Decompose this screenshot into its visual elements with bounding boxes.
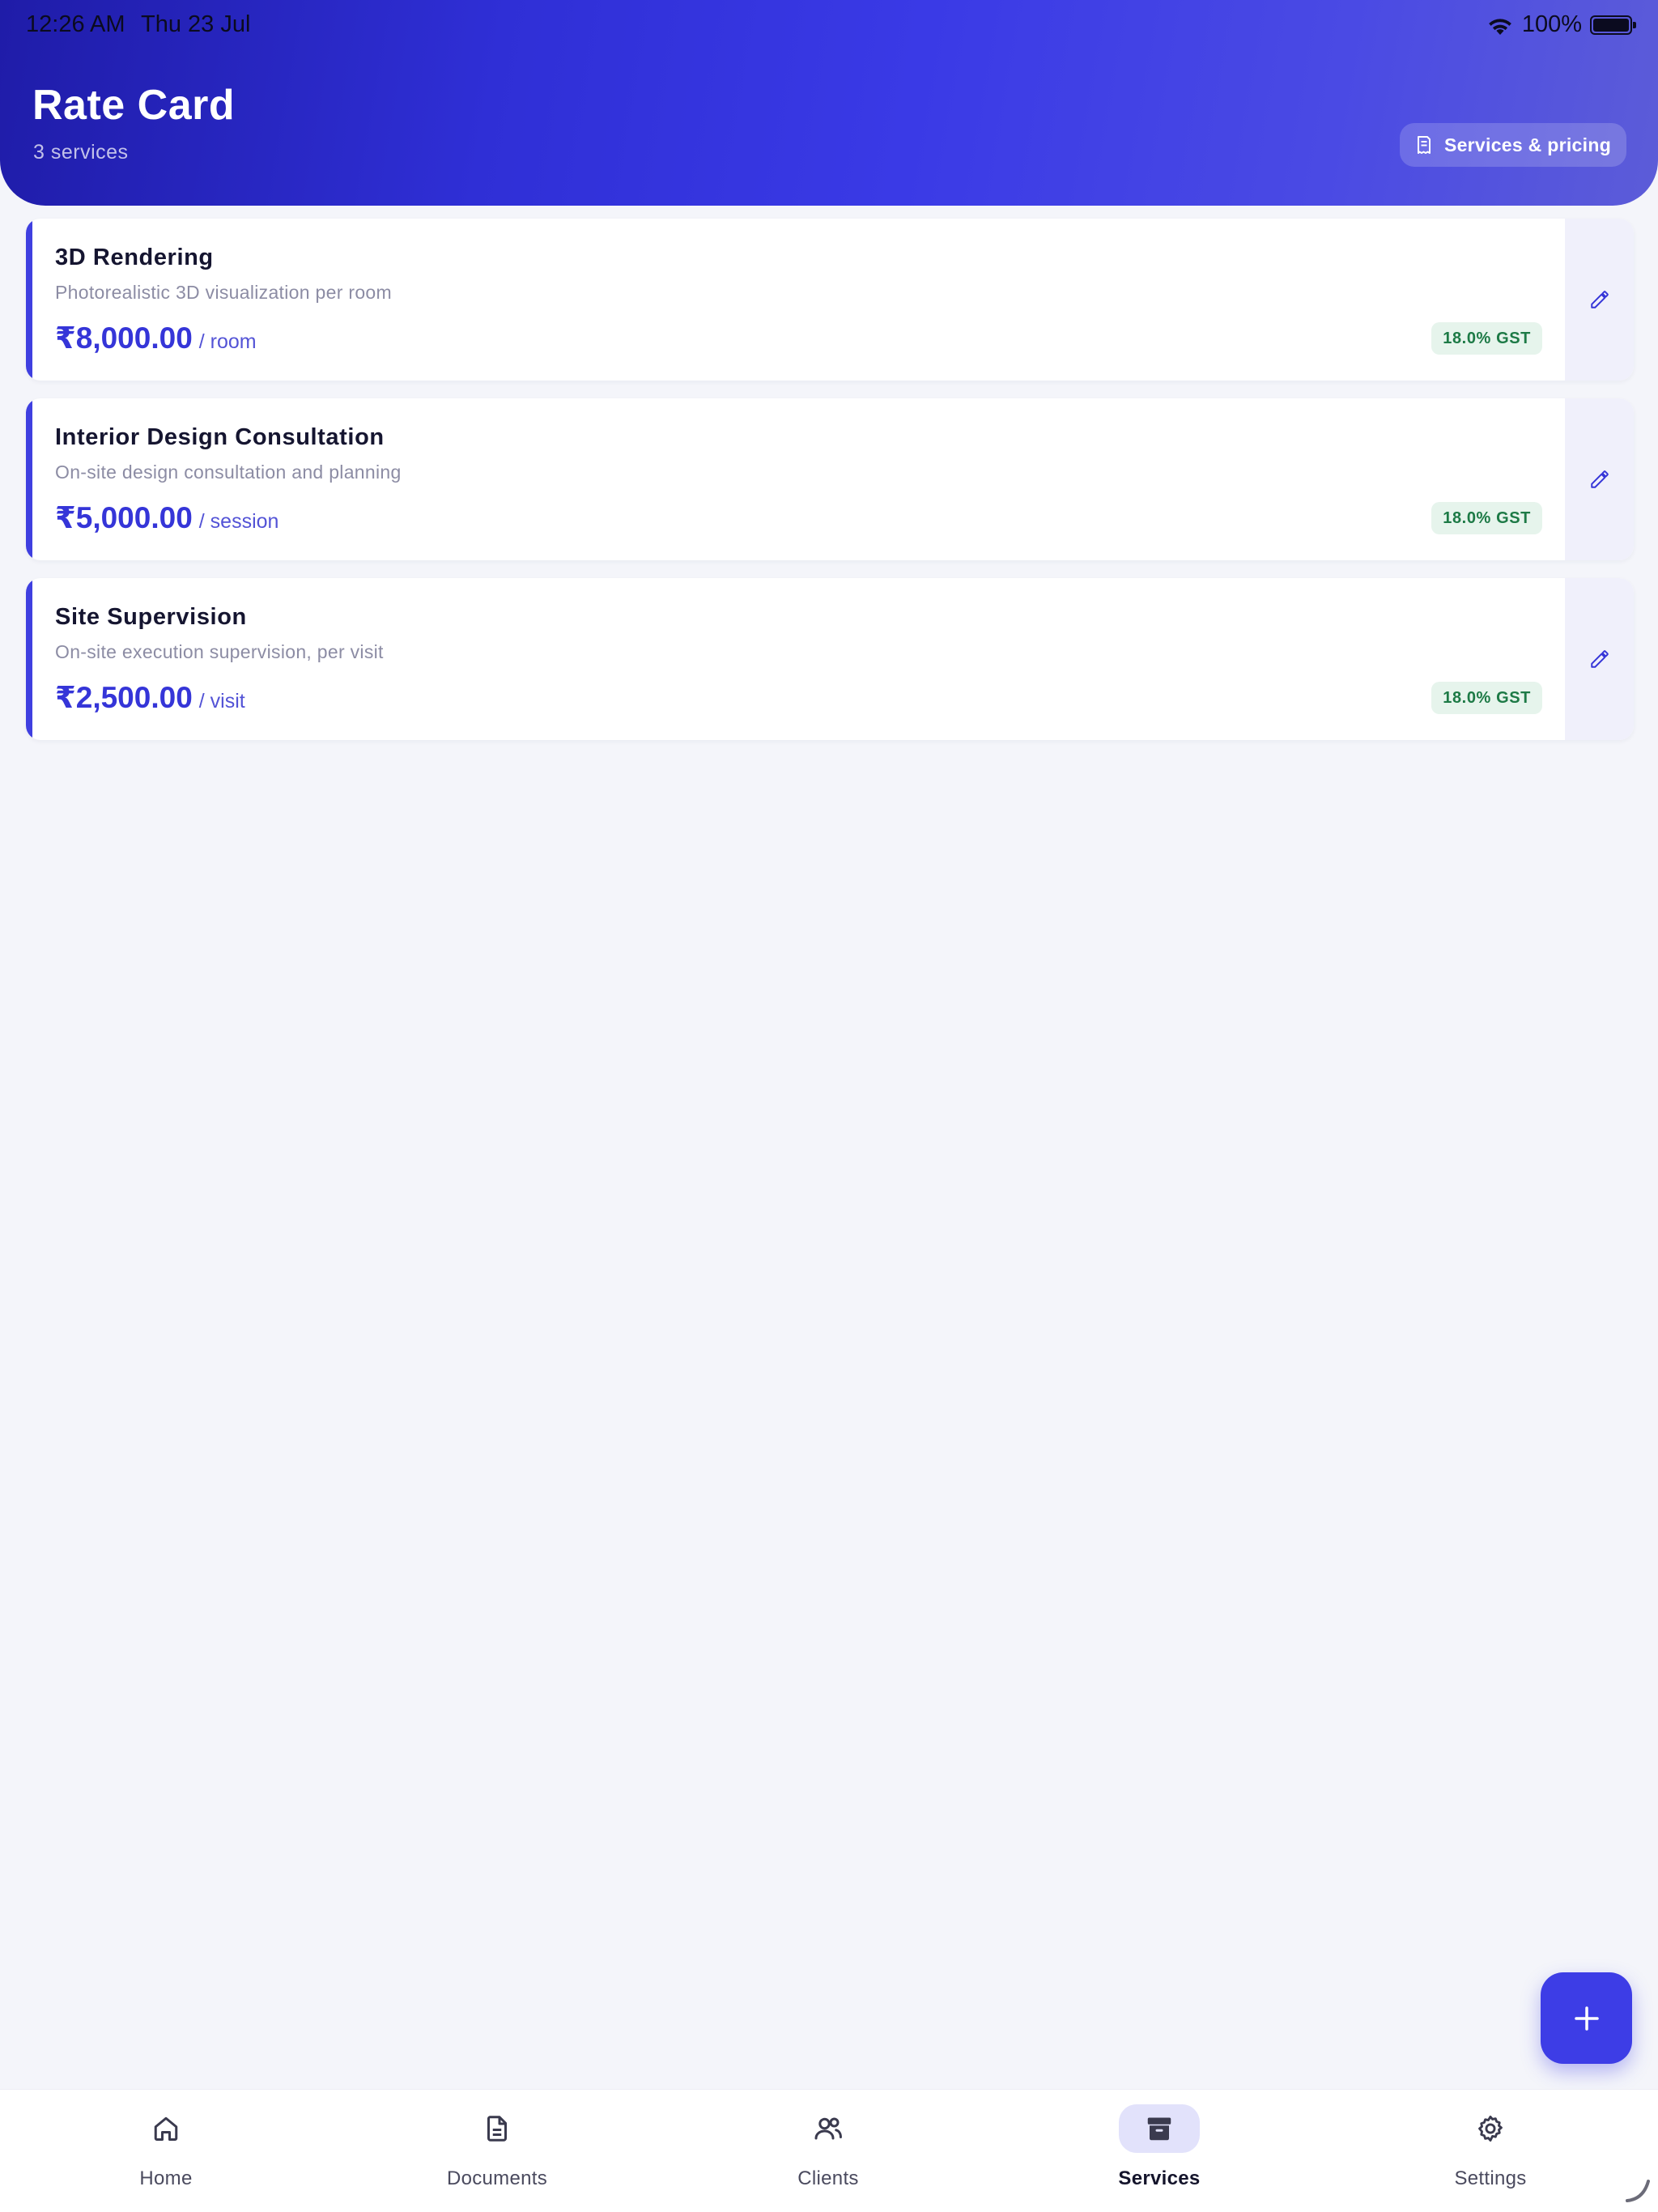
edit-service-button[interactable] [1565, 578, 1634, 740]
status-bar: 12:26 AM Thu 23 Jul 100% [26, 11, 1636, 44]
service-description: Photorealistic 3D visualization per room [55, 282, 392, 303]
nav-documents[interactable]: Documents [400, 2090, 594, 2203]
status-right: 100% [1486, 11, 1636, 38]
edit-service-button[interactable] [1565, 219, 1634, 381]
card-content[interactable]: Site Supervision On-site execution super… [32, 578, 1565, 740]
receipt-icon [1417, 136, 1431, 154]
app-header: 12:26 AM Thu 23 Jul 100% Rate Card 3 ser… [0, 0, 1658, 206]
nav-label: Services [1118, 2167, 1201, 2189]
people-icon [814, 2117, 842, 2140]
nav-settings[interactable]: Settings [1393, 2090, 1588, 2203]
resize-handle-icon [1626, 2180, 1650, 2202]
card-accent-bar [26, 219, 32, 381]
service-price: ₹2,500.00 [55, 681, 193, 714]
service-description: On-site design consultation and planning [55, 462, 402, 483]
nav-label: Settings [1454, 2167, 1527, 2189]
bottom-nav: Home Documents Clients Services Settings [0, 2089, 1658, 2212]
service-name: Site Supervision [55, 604, 247, 630]
plus-icon [1574, 2006, 1599, 2031]
page-title: Rate Card [32, 82, 236, 129]
nav-label: Home [139, 2167, 193, 2189]
service-name: Interior Design Consultation [55, 424, 385, 450]
card-accent-bar [26, 578, 32, 740]
services-pricing-button[interactable]: Services & pricing [1400, 123, 1626, 167]
nav-home[interactable]: Home [69, 2090, 263, 2203]
services-pricing-label: Services & pricing [1443, 134, 1612, 155]
nav-clients[interactable]: Clients [731, 2090, 925, 2203]
nav-label: Clients [797, 2167, 859, 2189]
card-content[interactable]: 3D Rendering Photorealistic 3D visualiza… [32, 219, 1565, 381]
nav-icon-container [457, 2104, 538, 2153]
service-card[interactable]: Interior Design Consultation On-site des… [26, 398, 1634, 560]
card-content[interactable]: Interior Design Consultation On-site des… [32, 398, 1565, 560]
battery-icon [1590, 15, 1636, 35]
status-date: Thu 23 Jul [141, 11, 251, 37]
home-icon [154, 2116, 178, 2141]
gst-badge: 18.0% GST [1431, 322, 1542, 355]
gst-badge: 18.0% GST [1431, 502, 1542, 534]
status-time: 12:26 AM [26, 11, 125, 37]
service-list: 3D Rendering Photorealistic 3D visualiza… [26, 219, 1634, 758]
service-name: 3D Rendering [55, 245, 214, 270]
edit-service-button[interactable] [1565, 398, 1634, 560]
service-unit: / visit [198, 690, 245, 713]
service-price: ₹5,000.00 [55, 501, 193, 534]
pencil-icon [1590, 291, 1609, 308]
pencil-icon [1590, 650, 1609, 668]
price-row: ₹2,500.00 / visit [55, 680, 245, 715]
gst-badge: 18.0% GST [1431, 682, 1542, 714]
nav-icon-container [1450, 2104, 1531, 2153]
document-icon [487, 2116, 507, 2142]
battery-percent: 100% [1521, 11, 1582, 37]
pencil-icon [1590, 470, 1609, 488]
nav-icon-container [125, 2104, 206, 2153]
price-row: ₹5,000.00 / session [55, 500, 278, 535]
nav-icon-container [1119, 2104, 1200, 2153]
wifi-icon [1488, 18, 1511, 35]
nav-services[interactable]: Services [1062, 2090, 1256, 2203]
price-row: ₹8,000.00 / room [55, 321, 257, 355]
archive-box-icon [1147, 2117, 1171, 2141]
gear-icon [1478, 2116, 1503, 2142]
nav-label: Documents [446, 2167, 548, 2189]
service-card[interactable]: Site Supervision On-site execution super… [26, 578, 1634, 740]
service-unit: / session [198, 510, 279, 533]
service-count: 3 services [33, 141, 129, 164]
service-price: ₹8,000.00 [55, 321, 193, 355]
service-unit: / room [198, 330, 257, 353]
nav-icon-container [788, 2104, 869, 2153]
service-card[interactable]: 3D Rendering Photorealistic 3D visualiza… [26, 219, 1634, 381]
service-description: On-site execution supervision, per visit [55, 641, 384, 662]
add-service-button[interactable] [1541, 1972, 1632, 2064]
card-accent-bar [26, 398, 32, 560]
